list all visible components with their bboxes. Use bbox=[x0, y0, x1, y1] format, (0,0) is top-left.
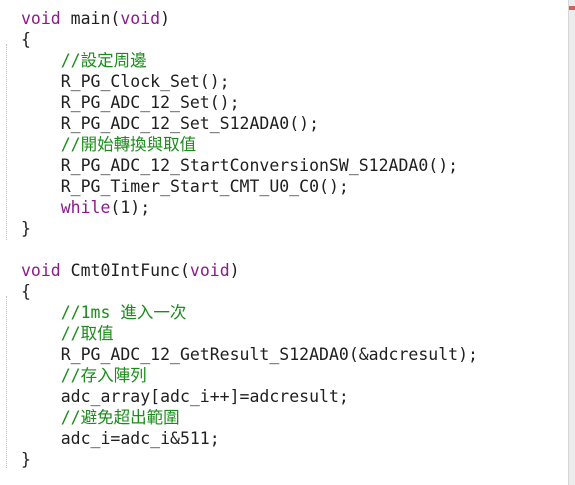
fold-guide-cmt0intfunc bbox=[6, 296, 7, 468]
comment-token: //存入陣列 bbox=[21, 366, 147, 385]
keyword-token: void bbox=[189, 261, 230, 280]
keyword-token: void bbox=[21, 9, 61, 28]
code-token: } bbox=[21, 219, 31, 238]
code-line[interactable]: R_PG_Clock_Set(); bbox=[21, 71, 478, 92]
code-token: (1); bbox=[110, 198, 151, 217]
comment-token: //設定周邊 bbox=[21, 51, 147, 70]
scroll-marker bbox=[569, 6, 575, 10]
code-line[interactable]: //設定周邊 bbox=[21, 50, 478, 71]
fold-guide-main bbox=[6, 44, 7, 240]
code-line[interactable]: adc_array[adc_i++]=adcresult; bbox=[21, 386, 478, 407]
code-line[interactable]: //開始轉換與取值 bbox=[21, 134, 478, 155]
code-token: R_PG_ADC_12_StartConversionSW_S12ADA0(); bbox=[21, 156, 459, 175]
code-token: adc_array[adc_i++]=adcresult; bbox=[21, 387, 349, 406]
code-line[interactable]: R_PG_Timer_Start_CMT_U0_C0(); bbox=[21, 176, 478, 197]
code-token: adc_i=adc_i&511; bbox=[21, 429, 220, 448]
code-token: } bbox=[21, 450, 31, 469]
code-line[interactable]: while(1); bbox=[21, 197, 478, 218]
code-token: { bbox=[21, 282, 31, 301]
code-token: ) bbox=[160, 9, 171, 28]
code-line[interactable]: { bbox=[21, 281, 478, 302]
code-area[interactable]: void main(void){ //設定周邊 R_PG_Clock_Set()… bbox=[21, 8, 478, 470]
vertical-scrollbar[interactable] bbox=[568, 0, 575, 485]
keyword-token: void bbox=[120, 9, 161, 28]
code-token: main( bbox=[60, 9, 121, 28]
code-token: { bbox=[21, 30, 31, 49]
code-line[interactable]: adc_i=adc_i&511; bbox=[21, 428, 478, 449]
code-line[interactable]: } bbox=[21, 218, 478, 239]
code-line[interactable]: //1ms 進入一次 bbox=[21, 302, 478, 323]
comment-token: //開始轉換與取值 bbox=[21, 135, 197, 154]
code-line[interactable]: } bbox=[21, 449, 478, 470]
code-token: ) bbox=[229, 261, 240, 280]
comment-token: //取值 bbox=[21, 324, 114, 343]
code-line[interactable]: void main(void) bbox=[21, 8, 478, 29]
code-line[interactable]: R_PG_ADC_12_Set_S12ADA0(); bbox=[21, 113, 478, 134]
code-line[interactable]: R_PG_ADC_12_StartConversionSW_S12ADA0(); bbox=[21, 155, 478, 176]
code-token: R_PG_ADC_12_Set_S12ADA0(); bbox=[21, 114, 320, 133]
keyword-token: void bbox=[21, 261, 61, 280]
code-line[interactable]: //取值 bbox=[21, 323, 478, 344]
code-line[interactable]: //避免超出範圍 bbox=[21, 407, 478, 428]
code-line[interactable]: R_PG_ADC_12_Set(); bbox=[21, 92, 478, 113]
code-line[interactable]: { bbox=[21, 29, 478, 50]
code-line[interactable]: R_PG_ADC_12_GetResult_S12ADA0(&adcresult… bbox=[21, 344, 478, 365]
editor-gutter bbox=[0, 0, 19, 485]
comment-token: //1ms 進入一次 bbox=[21, 303, 187, 322]
code-token: R_PG_Timer_Start_CMT_U0_C0(); bbox=[21, 177, 349, 196]
code-line[interactable] bbox=[21, 239, 478, 260]
keyword-token: while bbox=[60, 198, 111, 217]
code-token: Cmt0IntFunc( bbox=[60, 261, 190, 280]
code-token: R_PG_ADC_12_GetResult_S12ADA0(&adcresult… bbox=[21, 345, 478, 364]
code-line[interactable]: //存入陣列 bbox=[21, 365, 478, 386]
code-editor[interactable]: void main(void){ //設定周邊 R_PG_Clock_Set()… bbox=[0, 0, 575, 485]
code-token: R_PG_Clock_Set(); bbox=[21, 72, 230, 91]
comment-token: //避免超出範圍 bbox=[21, 408, 180, 427]
code-line[interactable]: void Cmt0IntFunc(void) bbox=[21, 260, 478, 281]
code-token: R_PG_ADC_12_Set(); bbox=[21, 93, 240, 112]
